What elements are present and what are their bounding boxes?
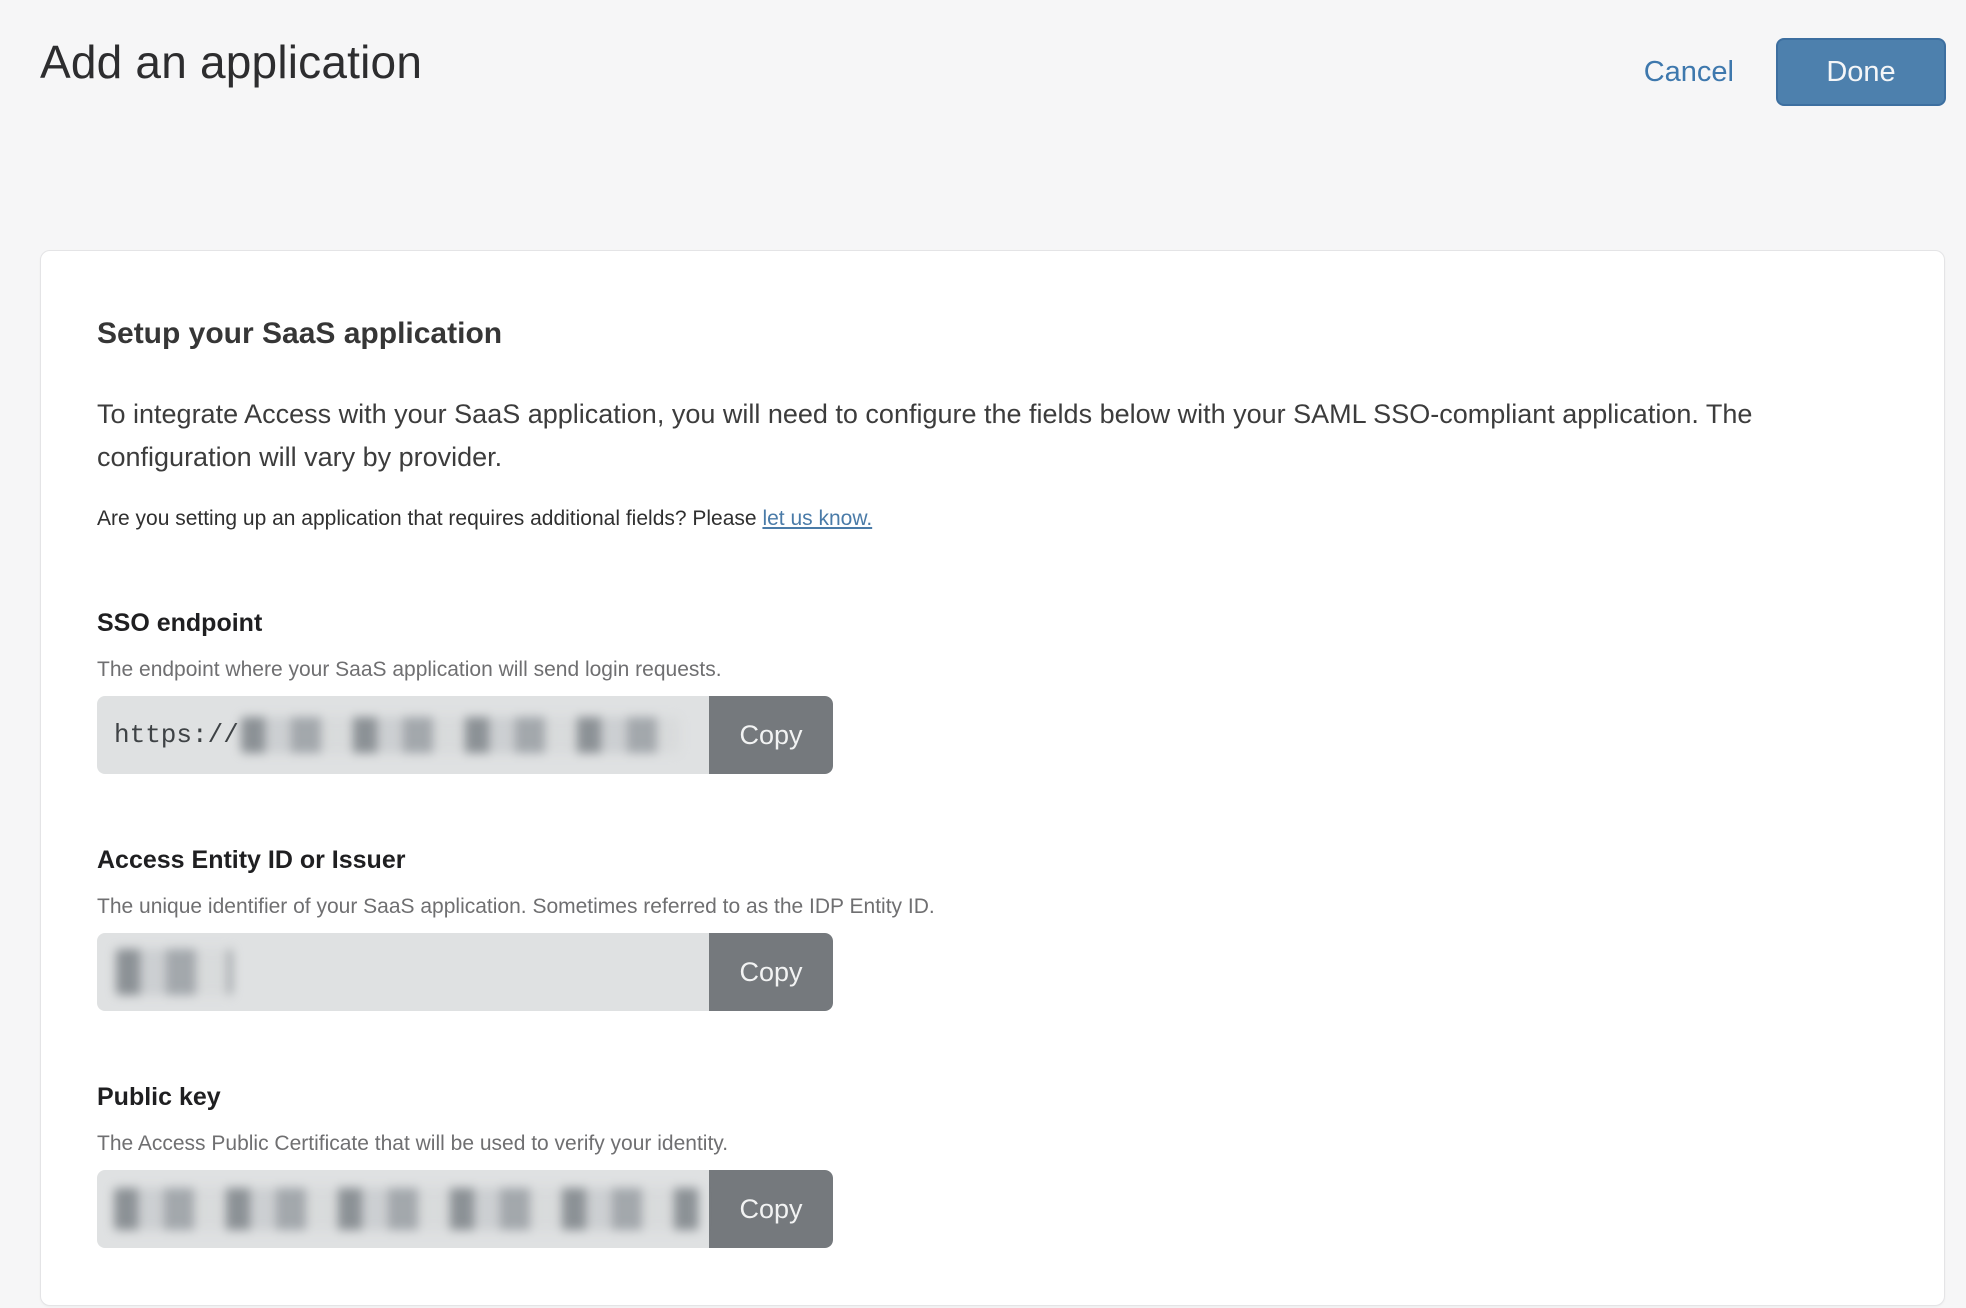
entity-id-copy-button[interactable]: Copy	[709, 933, 833, 1012]
saas-setup-card: Setup your SaaS application To integrate…	[40, 250, 1945, 1307]
redacted-value	[240, 717, 679, 754]
redacted-value	[114, 1188, 700, 1231]
header-actions: Cancel Done	[1644, 38, 1946, 106]
public-key-value-box: Copy	[97, 1170, 833, 1249]
field-public-key: Public key The Access Public Certificate…	[97, 1083, 1888, 1249]
sso-endpoint-copy-button[interactable]: Copy	[709, 696, 833, 775]
entity-id-description: The unique identifier of your SaaS appli…	[97, 895, 935, 919]
sso-endpoint-value-box: https:// Copy	[97, 696, 833, 775]
page-header: Add an application Cancel Done	[0, 0, 1966, 106]
field-sso-endpoint: SSO endpoint The endpoint where your Saa…	[97, 609, 1888, 775]
sso-endpoint-description: The endpoint where your SaaS application…	[97, 658, 722, 682]
let-us-know-link[interactable]: let us know.	[762, 507, 872, 530]
public-key-copy-button[interactable]: Copy	[709, 1170, 833, 1249]
public-key-description: The Access Public Certificate that will …	[97, 1132, 729, 1156]
sso-endpoint-value-prefix: https://	[114, 720, 239, 751]
cancel-button[interactable]: Cancel	[1644, 56, 1734, 89]
entity-id-value-box: Copy	[97, 933, 833, 1012]
page-title: Add an application	[40, 36, 423, 88]
note-text: Are you setting up an application that r…	[97, 507, 763, 531]
sso-endpoint-label: SSO endpoint	[97, 609, 263, 638]
sso-endpoint-value: https://	[97, 720, 239, 750]
redacted-value	[116, 949, 232, 996]
intro-text: To integrate Access with your SaaS appli…	[97, 399, 1753, 473]
field-entity-id: Access Entity ID or Issuer The unique id…	[97, 846, 1888, 1012]
additional-fields-note: Are you setting up an application that r…	[97, 507, 1888, 531]
public-key-label: Public key	[97, 1083, 221, 1112]
card-heading: Setup your SaaS application	[97, 317, 503, 350]
entity-id-label: Access Entity ID or Issuer	[97, 846, 406, 875]
done-button[interactable]: Done	[1776, 38, 1946, 106]
